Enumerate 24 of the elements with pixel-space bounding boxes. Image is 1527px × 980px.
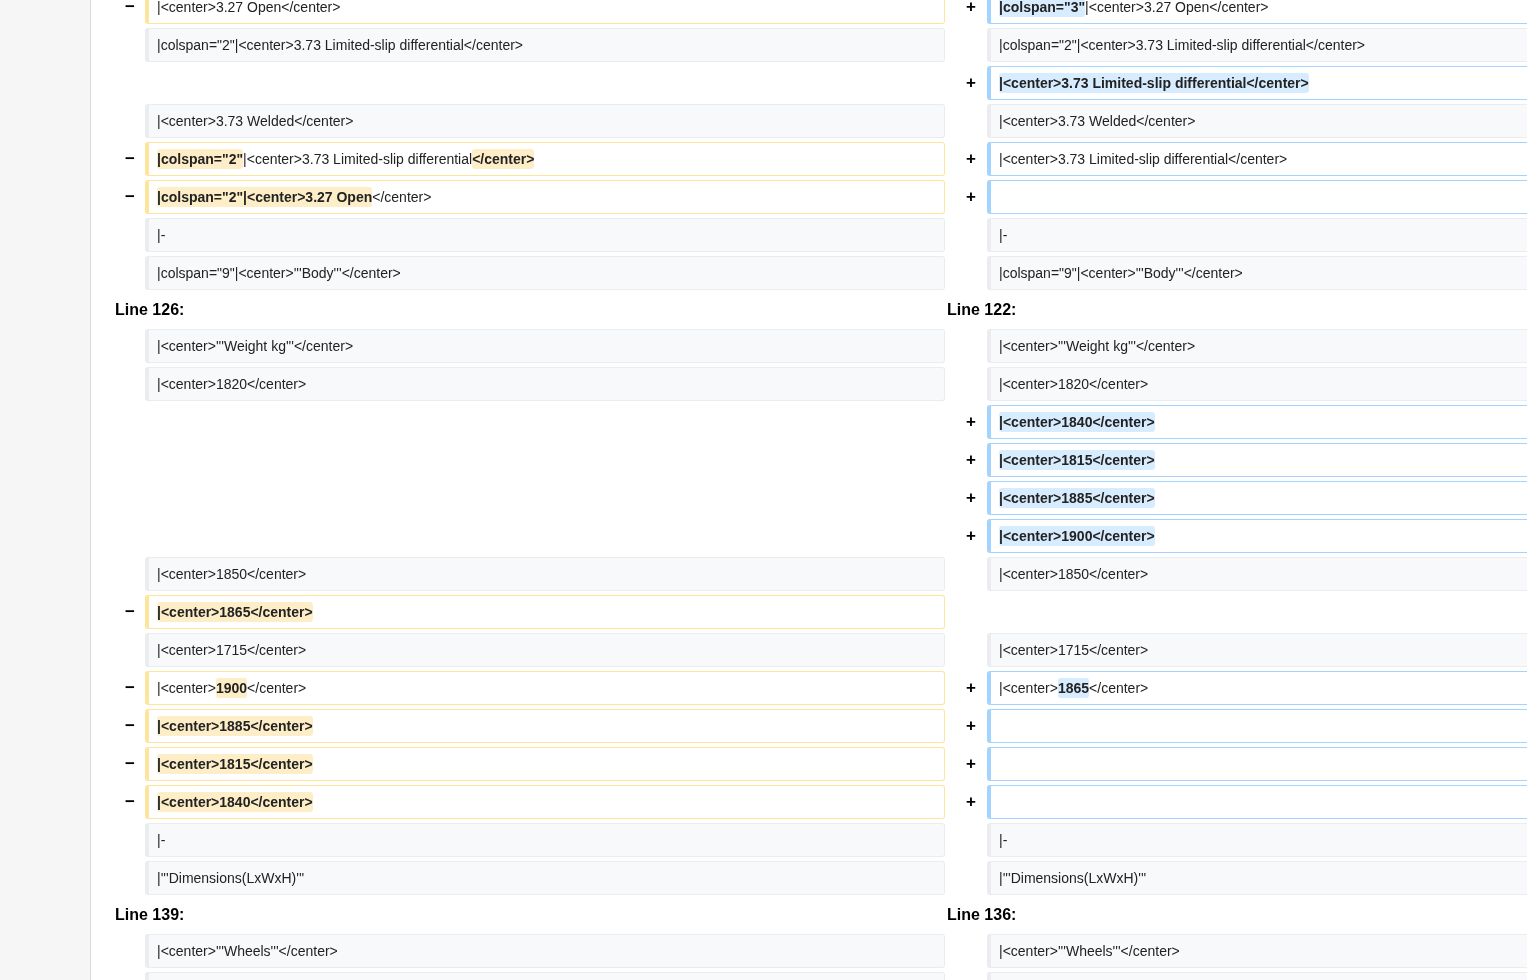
diff-marker: − [125,601,135,623]
diff-marker: − [125,715,135,737]
diff-marker: + [966,525,976,547]
diff-marker: + [966,449,976,471]
diff-marker: − [125,0,135,18]
diff-marker: + [966,411,976,433]
diff-marker: − [125,791,135,813]
diff-marker: + [966,791,976,813]
diff-marker: − [125,677,135,699]
diff-marker: + [966,186,976,208]
diff-marker: + [966,715,976,737]
diff-marker: + [966,753,976,775]
line-number-heading: Line 136: [947,905,1017,924]
diff-marker: − [125,186,135,208]
diff-marker: + [966,72,976,94]
diff-marker: − [125,753,135,775]
line-number-heading: Line 122: [947,300,1017,319]
line-number-heading: Line 126: [115,300,185,319]
diff-marker: − [125,148,135,170]
line-number-heading: Line 139: [115,905,185,924]
diff-marker: + [966,0,976,18]
diff-marker: + [966,148,976,170]
diff-marker: + [966,487,976,509]
diff-marker: + [966,677,976,699]
